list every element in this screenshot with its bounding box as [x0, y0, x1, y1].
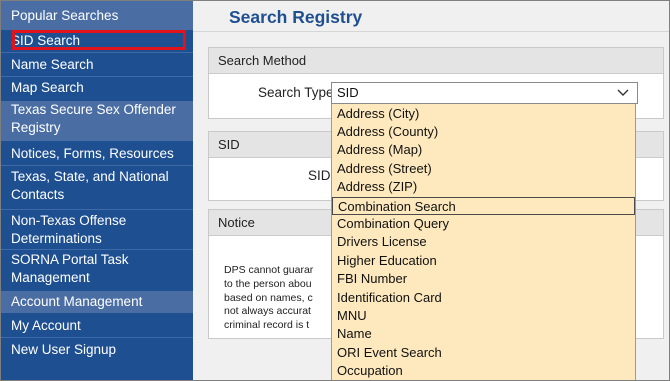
sidebar-item-label: Map Search: [11, 80, 84, 95]
sidebar-item-texas-secure[interactable]: Texas Secure Sex Offender Registry: [1, 101, 193, 141]
divider: [1, 165, 193, 166]
sidebar-item-contacts[interactable]: Texas, State, and National Contacts: [1, 168, 193, 208]
sidebar-item-sid-search[interactable]: SID Search: [1, 31, 193, 51]
sidebar-item-label: Notices, Forms, Resources: [11, 146, 174, 161]
dropdown-option[interactable]: ORI Event Search: [332, 344, 635, 362]
sidebar-item-sorna[interactable]: SORNA Portal Task Management: [1, 251, 193, 291]
sidebar-item-non-texas[interactable]: Non-Texas Offense Determinations: [1, 212, 193, 252]
dropdown-option[interactable]: MNU: [332, 307, 635, 325]
dropdown-option[interactable]: Combination Query: [332, 215, 635, 233]
dropdown-option[interactable]: Higher Education: [332, 252, 635, 270]
divider: [1, 337, 193, 338]
chevron-down-icon: [617, 89, 629, 96]
sidebar-item-label-line2: Registry: [11, 120, 61, 135]
select-value: SID: [337, 85, 359, 100]
sidebar-item-label: Non-Texas Offense: [11, 213, 127, 228]
sidebar-item-notices[interactable]: Notices, Forms, Resources: [1, 145, 193, 165]
notice-line: DPS cannot guarar: [224, 264, 314, 276]
sidebar-item-new-user[interactable]: New User Signup: [1, 341, 193, 361]
panel-header: Search Method: [209, 48, 663, 74]
sidebar-item-map-search[interactable]: Map Search: [1, 79, 193, 99]
sidebar-item-my-account[interactable]: My Account: [1, 317, 193, 337]
sidebar-item-popular-searches[interactable]: Popular Searches: [1, 1, 193, 30]
dropdown-option[interactable]: FBI Number: [332, 270, 635, 288]
search-type-label: Search Type: [258, 85, 334, 100]
dropdown-option[interactable]: Address (Street): [332, 160, 635, 178]
sidebar-item-label: Popular Searches: [11, 8, 119, 23]
sidebar-item-label: New User Signup: [11, 342, 117, 357]
dropdown-option[interactable]: Name: [332, 325, 635, 343]
window-frame: Popular Searches SID Search Name Search …: [0, 0, 670, 381]
sidebar-item-label: My Account: [11, 318, 81, 333]
dropdown-option[interactable]: Occupation: [332, 362, 635, 380]
sidebar-item-label: SID Search: [11, 33, 81, 48]
divider: [1, 52, 193, 53]
sidebar-item-label: SORNA Portal Task: [11, 252, 129, 267]
dropdown-option-highlighted[interactable]: Combination Search: [332, 196, 635, 215]
dropdown-option[interactable]: Address (City): [332, 105, 635, 123]
search-type-dropdown-list[interactable]: Address (City) Address (County) Address …: [331, 104, 636, 380]
dropdown-option[interactable]: Address (County): [332, 123, 635, 141]
notice-text: DPS cannot guarar to the person abou bas…: [224, 264, 334, 333]
page-title: Search Registry: [229, 7, 363, 27]
divider: [193, 31, 669, 32]
notice-line: criminal record is t: [224, 319, 310, 332]
sidebar-nav: Popular Searches SID Search Name Search …: [1, 1, 193, 380]
dropdown-option[interactable]: Address (ZIP): [332, 178, 635, 196]
divider: [1, 76, 193, 77]
sidebar-item-name-search[interactable]: Name Search: [1, 56, 193, 76]
divider: [1, 209, 193, 210]
sidebar-item-label-line2: Determinations: [11, 231, 102, 246]
sidebar-item-label: Name Search: [11, 57, 94, 72]
sidebar-item-label: Account Management: [11, 294, 143, 309]
sidebar-item-label-line2: Management: [11, 270, 90, 285]
search-type-select[interactable]: SID: [331, 82, 638, 104]
sid-label: SID: [308, 168, 331, 183]
sidebar-item-label-line2: Contacts: [11, 187, 65, 202]
notice-line: to the person abou: [224, 277, 312, 290]
sidebar-item-label: Texas, State, and National: [11, 169, 169, 184]
dropdown-option[interactable]: Drivers License: [332, 233, 635, 251]
divider: [1, 249, 193, 250]
sidebar-item-label: Texas Secure Sex Offender: [11, 102, 176, 117]
sidebar-item-account-management[interactable]: Account Management: [1, 291, 193, 313]
dropdown-option[interactable]: Address (Map): [332, 141, 635, 159]
dropdown-option[interactable]: Identification Card: [332, 289, 635, 307]
notice-line: not always accurat: [224, 305, 311, 318]
notice-line: based on names, c: [224, 291, 313, 304]
